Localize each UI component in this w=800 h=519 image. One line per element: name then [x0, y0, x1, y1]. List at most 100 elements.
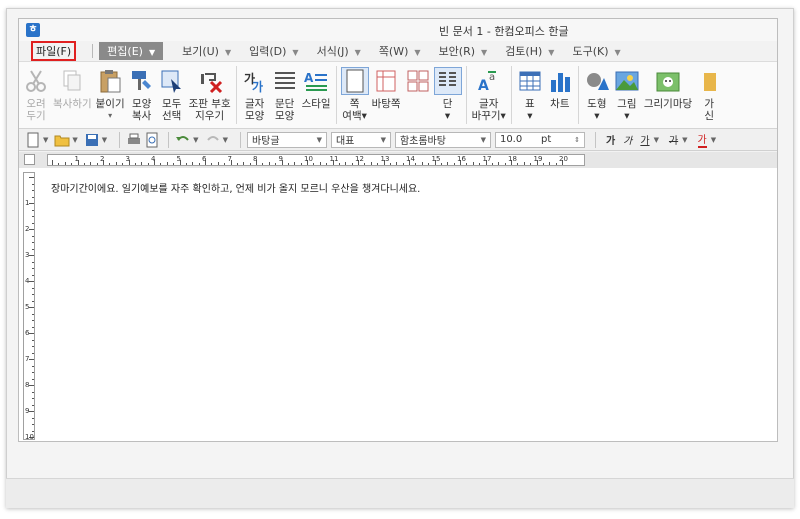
italic-button[interactable]: 가	[623, 132, 632, 147]
format-copy-button[interactable]: 모양 복사	[129, 62, 155, 122]
page-margin-button[interactable]: 쪽 여백▾	[340, 62, 369, 122]
chevron-down-icon: ▼	[548, 48, 555, 57]
para-shape-label: 문단 모양	[274, 98, 295, 122]
cut-button[interactable]: 오려 두기	[23, 62, 49, 122]
char-shape-icon: 가가	[242, 68, 268, 94]
chevron-down-icon[interactable]: ▼	[682, 136, 687, 144]
remove-markup-button[interactable]: 조판 부호 지우기	[189, 62, 231, 122]
paste-button[interactable]: 붙이기 ▾	[96, 62, 125, 122]
hwp-app-icon[interactable]: ㅎ	[26, 23, 40, 37]
chevron-down-icon: ▼	[316, 135, 322, 144]
ruler-tick	[166, 162, 168, 165]
ruler-tick	[147, 163, 149, 165]
ribbon-separator	[577, 66, 579, 124]
shape-button[interactable]: 도형 ▾	[584, 62, 610, 122]
chevron-down-icon[interactable]: ▼	[43, 136, 48, 144]
redo-icon[interactable]	[205, 132, 221, 148]
ruler-tick	[32, 372, 34, 373]
ruler-tick	[192, 162, 194, 165]
char-shape-button[interactable]: 가가 글자 모양	[242, 62, 268, 122]
menu-view[interactable]: 보기(U) ▼	[179, 42, 234, 60]
remove-markup-icon	[197, 68, 223, 94]
drawing-gallery-icon	[655, 68, 681, 94]
more-button[interactable]: 가 신	[696, 62, 722, 122]
ruler-tick	[160, 163, 162, 165]
menu-review[interactable]: 검토(H) ▼	[502, 42, 557, 60]
horizontal-ruler[interactable]: 1 2 3 4 5 6 7 8 9 10 11 12 13 14 15 16 17 18 19 20	[47, 154, 585, 166]
remove-markup-label: 조판 부호 지우기	[188, 98, 231, 122]
print-icon[interactable]	[126, 132, 142, 148]
table-icon	[517, 68, 543, 94]
ruler-number: 3	[25, 251, 30, 259]
column-button[interactable]: 단 ▾	[433, 62, 462, 122]
chart-button[interactable]: 차트	[547, 62, 573, 110]
undo-icon[interactable]	[175, 132, 191, 148]
select-all-button[interactable]: 모두 선택	[159, 62, 185, 122]
ruler-tick	[32, 424, 34, 425]
ruler-tick	[32, 287, 34, 289]
new-document-icon[interactable]	[25, 132, 41, 148]
style-button[interactable]: A 스타일	[302, 62, 331, 110]
ruler-tick	[29, 333, 34, 334]
chevron-down-icon[interactable]: ▼	[193, 136, 198, 144]
copy-label: 복사하기	[53, 98, 92, 110]
language-combo[interactable]: 대표 ▼	[330, 131, 391, 148]
ribbon-separator	[510, 66, 512, 124]
menu-edit[interactable]: 편집(E) ▼	[99, 42, 164, 60]
ruler-number: 7	[227, 155, 232, 163]
chevron-down-icon[interactable]: ▼	[102, 136, 107, 144]
ruler-tick	[498, 162, 500, 165]
open-folder-icon[interactable]	[54, 132, 70, 148]
table-button[interactable]: 표 ▾	[517, 62, 543, 122]
para-shape-button[interactable]: 문단 모양	[272, 62, 298, 122]
font-size-combo[interactable]: 10.0 pt ⇕	[494, 131, 585, 148]
chevron-down-icon[interactable]: ▼	[654, 136, 659, 144]
font-color-button[interactable]: 가	[697, 131, 707, 148]
copy-button[interactable]: 복사하기	[53, 62, 92, 110]
chevron-down-icon[interactable]: ▼	[223, 136, 228, 144]
preview-icon[interactable]	[144, 132, 160, 148]
picture-button[interactable]: 그림 ▾	[614, 62, 640, 122]
svg-text:가: 가	[252, 79, 263, 94]
style-combo[interactable]: 바탕글 ▼	[246, 131, 327, 148]
ruler-tick	[530, 163, 532, 165]
copy-icon	[59, 68, 85, 94]
page-bg-button[interactable]: 바탕쪽	[372, 62, 401, 110]
ruler-tick	[236, 163, 238, 165]
ruler-number: 9	[25, 407, 30, 415]
master-page-button[interactable]	[405, 62, 431, 98]
ruler-number: 3	[125, 155, 130, 163]
menu-tools[interactable]: 도구(K) ▼	[569, 42, 623, 60]
char-change-button[interactable]: Aa 글자 바꾸기▾	[472, 62, 506, 122]
font-combo[interactable]: 함초롬바탕 ▼	[394, 131, 491, 148]
ruler-tick	[32, 391, 34, 393]
underline-button[interactable]: 가	[640, 132, 649, 147]
menu-file[interactable]: 파일(F)	[31, 41, 77, 61]
chevron-down-icon[interactable]: ▼	[711, 136, 716, 144]
document-text[interactable]: 장마기간이에요. 일기예보를 자주 확인하고, 언제 비가 올지 모르니 우산을…	[51, 180, 420, 195]
char-shape-label: 글자 모양	[244, 98, 265, 122]
document-area[interactable]: 1 2 3 4 5 6 7 8 9 10 장마기간이에요. 일기예보를 자주 확인하고, 언제 비…	[19, 168, 777, 441]
stepper-icon: ⇕	[574, 135, 580, 144]
chevron-down-icon: ▼	[354, 48, 361, 57]
ruler-tick	[115, 162, 117, 165]
ruler-number: 6	[25, 329, 30, 337]
menu-input[interactable]: 입력(D) ▼	[246, 42, 301, 60]
draw-gallery-button[interactable]: 그리기마당	[644, 62, 692, 110]
strikethrough-button[interactable]: 가	[669, 132, 678, 147]
menu-page[interactable]: 쪽(W) ▼	[376, 42, 424, 60]
ruler-corner-icon[interactable]	[24, 154, 35, 165]
paste-dropdown-icon[interactable]: ▾	[108, 110, 112, 122]
ruler-tick	[224, 163, 226, 165]
ruler-tick	[549, 162, 551, 165]
ruler-tick	[466, 163, 468, 165]
chevron-down-icon[interactable]: ▼	[72, 136, 77, 144]
menu-format[interactable]: 서식(J) ▼	[314, 42, 364, 60]
menu-security[interactable]: 보안(R) ▼	[436, 42, 491, 60]
save-icon[interactable]	[84, 132, 100, 148]
bold-button[interactable]: 가	[606, 132, 615, 147]
ruler-tick	[198, 163, 200, 165]
ruler-number: 10	[25, 433, 34, 441]
vertical-ruler[interactable]: 1 2 3 4 5 6 7 8 9 10	[23, 172, 35, 441]
ruler-number: 8	[253, 155, 258, 163]
